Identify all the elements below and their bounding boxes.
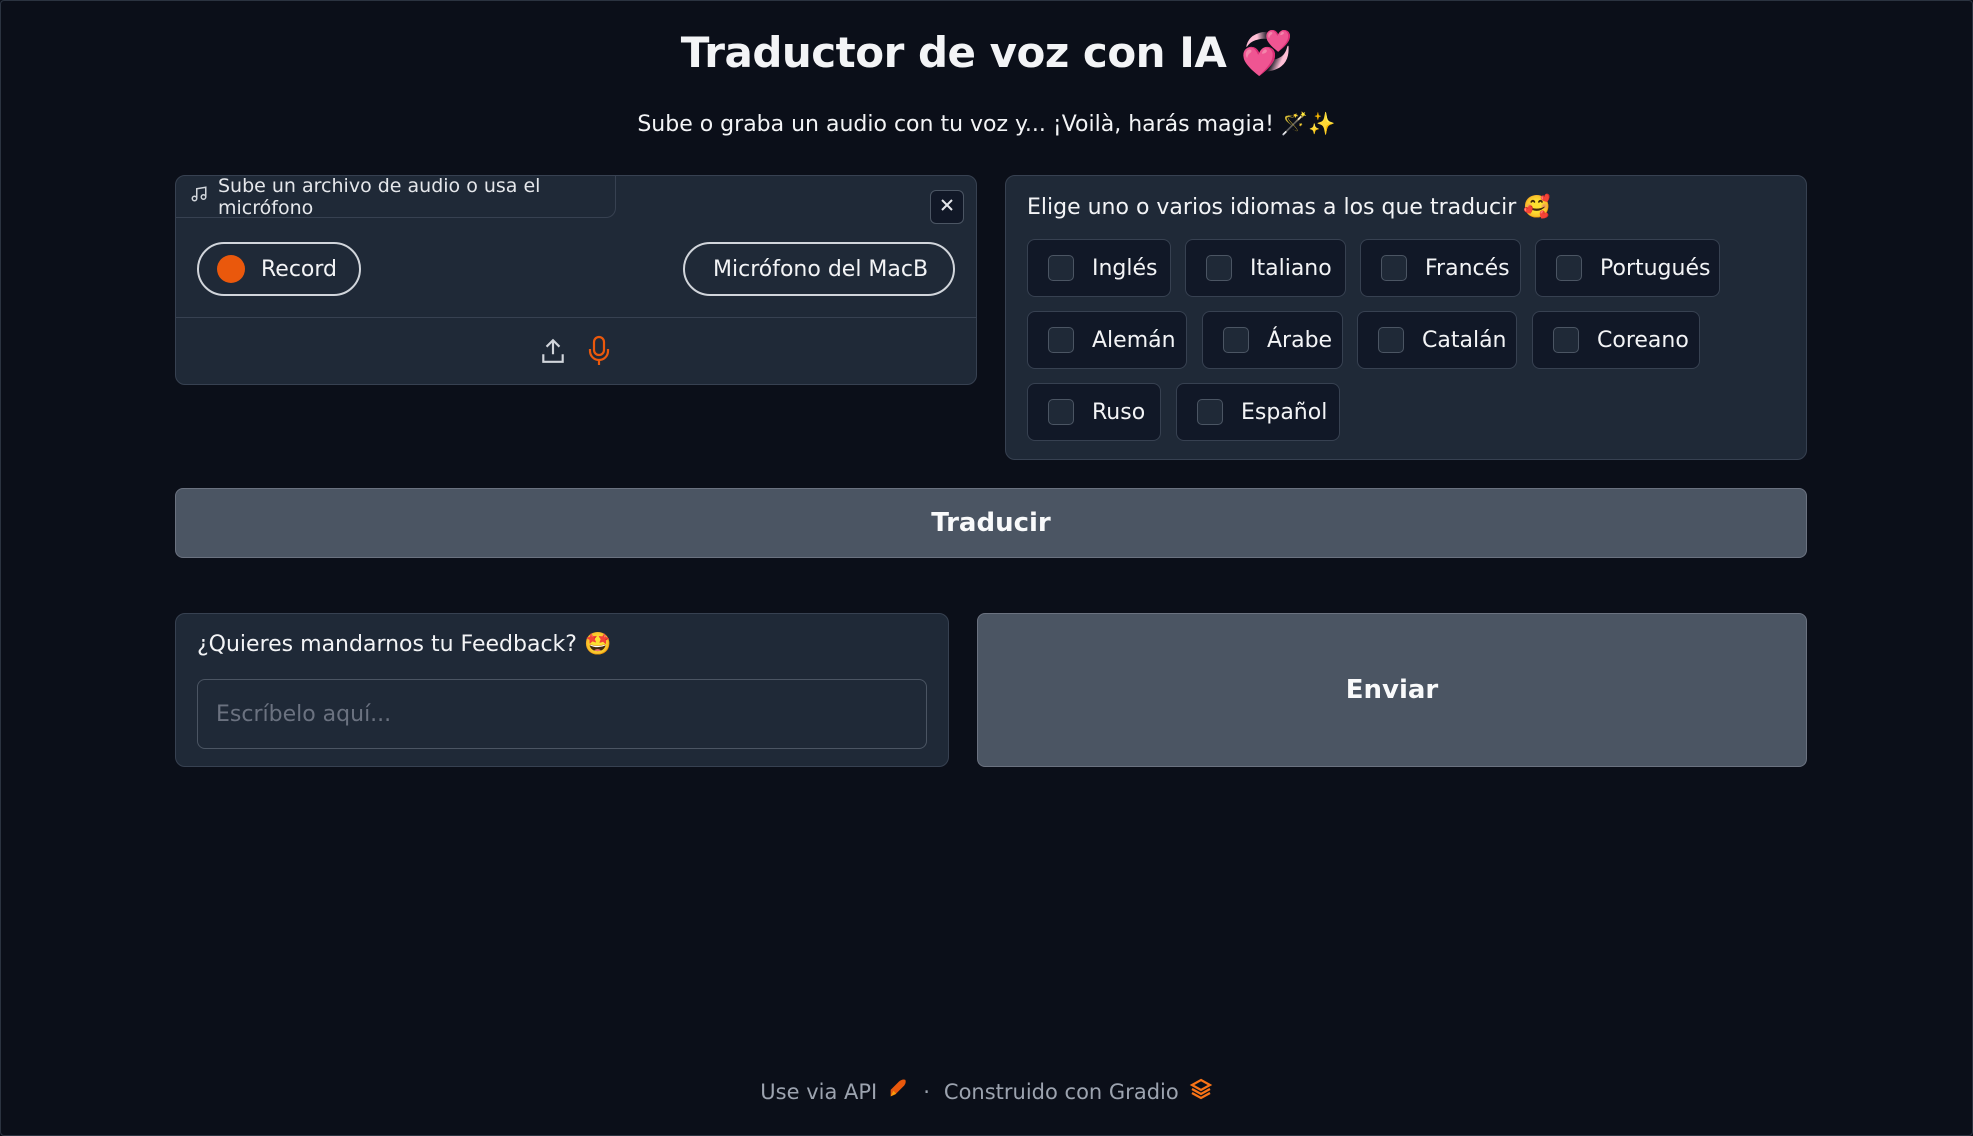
record-dot-icon <box>217 255 245 283</box>
audio-source-selector <box>176 334 976 368</box>
checkbox[interactable] <box>1378 327 1404 353</box>
page-title: Traductor de voz con IA 💞 <box>680 28 1293 77</box>
feedback-panel: ¿Quieres mandarnos tu Feedback? 🤩 <box>175 613 949 767</box>
checkbox[interactable] <box>1553 327 1579 353</box>
language-option-espanol[interactable]: Español <box>1176 383 1340 441</box>
language-option-arabe[interactable]: Árabe <box>1202 311 1343 369</box>
footer: Use via API · Construido con Gradio <box>0 1078 1973 1105</box>
checkbox[interactable] <box>1223 327 1249 353</box>
language-option-catalan[interactable]: Catalán <box>1357 311 1517 369</box>
record-button[interactable]: Record <box>197 242 361 296</box>
language-option-ingles[interactable]: Inglés <box>1027 239 1171 297</box>
language-option-portugues[interactable]: Portugués <box>1535 239 1720 297</box>
send-button[interactable]: Enviar <box>977 613 1807 767</box>
checkbox[interactable] <box>1381 255 1407 281</box>
language-option-aleman[interactable]: Alemán <box>1027 311 1187 369</box>
use-via-api-link[interactable]: Use via API <box>760 1078 909 1105</box>
checkbox[interactable] <box>1556 255 1582 281</box>
page-subtitle: Sube o graba un audio con tu voz y... ¡V… <box>637 112 1336 137</box>
checkbox[interactable] <box>1206 255 1232 281</box>
built-with-gradio-link[interactable]: Construido con Gradio <box>944 1078 1213 1105</box>
language-option-italiano[interactable]: Italiano <box>1185 239 1346 297</box>
upload-icon[interactable] <box>539 334 567 368</box>
music-note-icon <box>190 185 208 208</box>
audio-label: Sube un archivo de audio o usa el micróf… <box>176 174 616 219</box>
audio-input-panel: Sube un archivo de audio o usa el micróf… <box>175 175 977 385</box>
audio-label-text: Sube un archivo de audio o usa el micróf… <box>218 174 541 219</box>
checkbox[interactable] <box>1048 255 1074 281</box>
language-option-coreano[interactable]: Coreano <box>1532 311 1700 369</box>
checkbox[interactable] <box>1197 399 1223 425</box>
feedback-label: ¿Quieres mandarnos tu Feedback? 🤩 <box>197 632 612 657</box>
microphone-select[interactable]: Micrófono del MacBook <box>683 242 955 296</box>
translate-button[interactable]: Traducir <box>175 488 1807 558</box>
audio-divider <box>176 317 976 318</box>
feedback-input[interactable] <box>197 679 927 749</box>
languages-label: Elige uno o varios idiomas a los que tra… <box>1027 195 1551 220</box>
language-option-ruso[interactable]: Ruso <box>1027 383 1161 441</box>
clear-audio-button[interactable] <box>930 190 964 224</box>
microphone-select-value: Micrófono del MacBook <box>713 256 929 282</box>
microphone-icon[interactable] <box>585 334 613 368</box>
gradio-logo-icon <box>1189 1078 1213 1105</box>
language-option-frances[interactable]: Francés <box>1360 239 1521 297</box>
checkbox[interactable] <box>1048 327 1074 353</box>
rocket-icon <box>887 1078 909 1105</box>
footer-separator: · <box>923 1079 930 1104</box>
languages-panel: Elige uno o varios idiomas a los que tra… <box>1005 175 1807 460</box>
checkbox[interactable] <box>1048 399 1074 425</box>
record-label: Record <box>261 256 338 282</box>
window-frame <box>0 0 1973 1136</box>
close-icon <box>939 197 955 217</box>
